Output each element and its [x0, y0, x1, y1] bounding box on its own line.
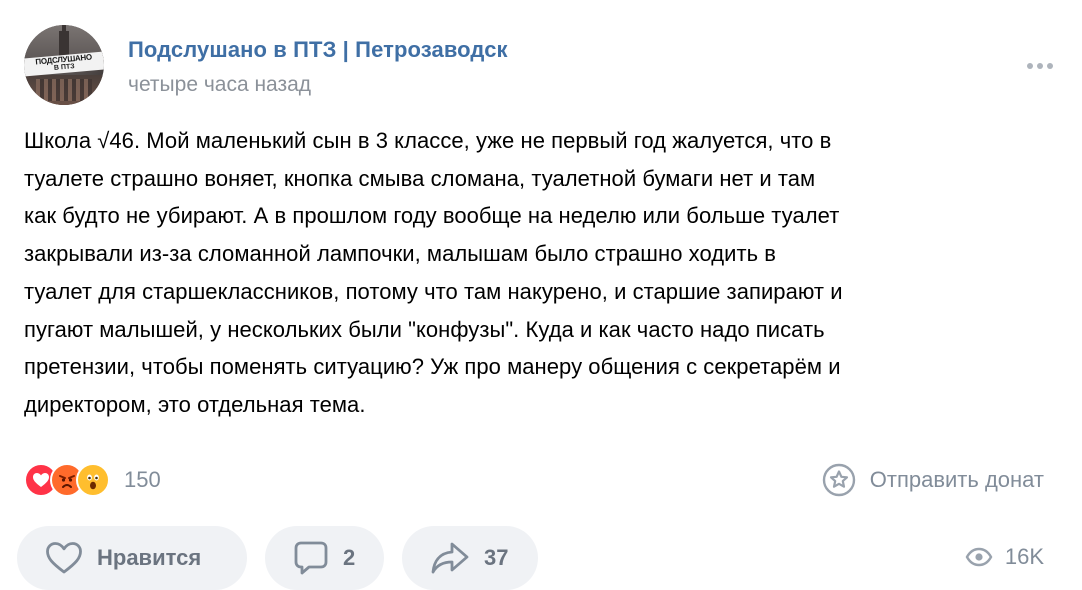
donate-star-icon — [822, 463, 855, 497]
more-dot-icon — [1037, 63, 1043, 69]
donate-button[interactable]: Отправить донат — [822, 462, 1044, 498]
post-text: Школа √46. Мой маленький сын в 3 классе,… — [24, 122, 1054, 424]
post-text-line: Школа √46. Мой маленький сын в 3 классе,… — [24, 128, 832, 153]
comment-icon — [294, 541, 328, 575]
wow-reaction-icon — [76, 463, 110, 497]
heart-outline-icon — [46, 542, 82, 574]
avatar-building — [24, 75, 104, 105]
more-dot-icon — [1047, 63, 1053, 69]
avatar-text-line-2: В ПТЗ — [53, 63, 75, 72]
comment-button[interactable]: 2 — [265, 526, 384, 590]
group-avatar[interactable]: ПОДСЛУШАНО В ПТЗ — [24, 25, 104, 105]
share-count: 37 — [484, 545, 509, 570]
share-icon — [431, 542, 469, 574]
more-options-button[interactable] — [1022, 59, 1058, 73]
views-count: 16K — [1004, 544, 1044, 569]
more-dot-icon — [1027, 63, 1033, 69]
post-text-line: пугают малышей, у нескольких были "конфу… — [24, 316, 825, 342]
group-name-link[interactable]: Подслушано в ПТЗ | Петрозаводск — [128, 37, 508, 63]
post-actions: Нравится 2 37 — [17, 526, 538, 590]
like-label: Нравится — [97, 545, 202, 570]
post-text-line: закрывали из-за сломанной лампочки, малы… — [24, 241, 777, 267]
reactions-summary[interactable]: 150 — [24, 462, 161, 498]
post-text-line: туалете страшно воняет, кнопка смыва сло… — [24, 165, 816, 191]
comment-count: 2 — [343, 545, 356, 570]
views-counter: 16K — [965, 544, 1044, 570]
reaction-count: 150 — [124, 467, 161, 492]
post-text-line: как будто не убирают. А в прошлом году в… — [24, 203, 840, 229]
post-text-line: претензии, чтобы поменять ситуацию? Уж п… — [24, 354, 841, 380]
like-button[interactable]: Нравится — [17, 526, 247, 590]
donate-label: Отправить донат — [869, 467, 1044, 492]
share-button[interactable]: 37 — [402, 526, 538, 590]
eye-icon — [965, 547, 993, 567]
post-text-line: директором, это отдельная тема. — [24, 391, 366, 417]
post-time[interactable]: четыре часа назад — [128, 73, 311, 97]
post-header: ПОДСЛУШАНО В ПТЗ Подслушано в ПТЗ | Петр… — [24, 25, 1058, 107]
post-text-line: туалет для старшеклассников, потому что … — [24, 278, 843, 304]
